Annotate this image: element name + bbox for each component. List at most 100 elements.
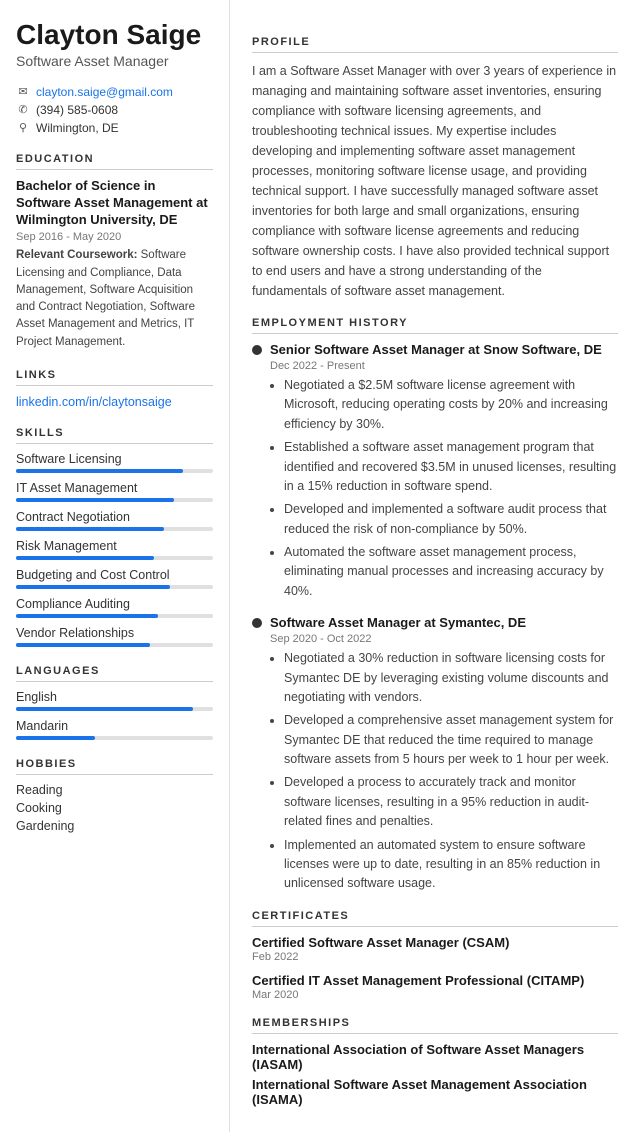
certificates-list: Certified Software Asset Manager (CSAM) … [252,935,618,1001]
skill-label: Compliance Auditing [16,597,213,611]
job-date: Dec 2022 - Present [270,360,618,372]
skill-bar-bg [16,643,213,647]
hobby-item: Reading [16,783,213,797]
location-row: ⚲ Wilmington, DE [16,121,213,135]
skill-label: Contract Negotiation [16,510,213,524]
skill-bar-fill [16,469,183,473]
skills-section-title: SKILLS [16,427,213,444]
job-title-text: Senior Software Asset Manager at Snow So… [270,342,602,357]
job-header: Software Asset Manager at Symantec, DE [252,615,618,630]
language-bar-fill [16,736,95,740]
skill-bar-fill [16,585,170,589]
job-bullet: Developed a process to accurately track … [284,773,618,831]
skill-label: Vendor Relationships [16,626,213,640]
skill-label: IT Asset Management [16,481,213,495]
memberships-list: International Association of Software As… [252,1042,618,1107]
languages-list: English Mandarin [16,690,213,740]
cert-date: Feb 2022 [252,951,618,963]
skill-label: Software Licensing [16,452,213,466]
skill-bar-bg [16,469,213,473]
languages-section-title: LANGUAGES [16,665,213,682]
employment-section-title: EMPLOYMENT HISTORY [252,317,618,334]
job-bullets: Negotiated a 30% reduction in software l… [270,649,618,894]
skills-list: Software Licensing IT Asset Management C… [16,452,213,647]
email-icon: ✉ [16,85,30,98]
job-dot [252,345,262,355]
language-bar-fill [16,707,193,711]
skill-item: Risk Management [16,539,213,560]
certificates-section-title: CERTIFICATES [252,910,618,927]
certificate-item: Certified IT Asset Management Profession… [252,973,618,1001]
job-entry: Senior Software Asset Manager at Snow So… [252,342,618,601]
skill-bar-fill [16,614,158,618]
hobby-item: Cooking [16,801,213,815]
language-item: English [16,690,213,711]
job-bullet: Automated the software asset management … [284,543,618,601]
language-label: English [16,690,213,704]
profile-text: I am a Software Asset Manager with over … [252,61,618,301]
skill-item: Software Licensing [16,452,213,473]
coursework-label: Relevant Coursework: [16,249,137,261]
job-entry: Software Asset Manager at Symantec, DE S… [252,615,618,894]
skill-item: Budgeting and Cost Control [16,568,213,589]
language-bar-bg [16,736,213,740]
profile-section-title: PROFILE [252,36,618,53]
cert-date: Mar 2020 [252,989,618,1001]
cert-name: Certified Software Asset Manager (CSAM) [252,935,618,950]
phone-row: ✆ (394) 585-0608 [16,103,213,117]
skill-bar-fill [16,556,154,560]
phone-icon: ✆ [16,103,30,116]
location-value: Wilmington, DE [36,121,119,135]
edu-dates: Sep 2016 - May 2020 [16,231,213,243]
candidate-title: Software Asset Manager [16,53,213,69]
cert-name: Certified IT Asset Management Profession… [252,973,618,988]
location-icon: ⚲ [16,121,30,134]
hobby-item: Gardening [16,819,213,833]
email-row: ✉ clayton.saige@gmail.com [16,85,213,99]
candidate-name: Clayton Saige [16,20,213,51]
membership-item: International Software Asset Management … [252,1077,618,1107]
skill-item: IT Asset Management [16,481,213,502]
job-bullet: Developed and implemented a software aud… [284,500,618,539]
job-bullet: Developed a comprehensive asset manageme… [284,711,618,769]
resume-container: Clayton Saige Software Asset Manager ✉ c… [0,0,640,1132]
job-dot [252,618,262,628]
skill-bar-bg [16,498,213,502]
job-date: Sep 2020 - Oct 2022 [270,633,618,645]
language-bar-bg [16,707,213,711]
skill-bar-bg [16,556,213,560]
skill-bar-bg [16,585,213,589]
education-section-title: EDUCATION [16,153,213,170]
skill-bar-bg [16,614,213,618]
phone-value: (394) 585-0608 [36,103,118,117]
hobbies-section-title: HOBBIES [16,758,213,775]
sidebar: Clayton Saige Software Asset Manager ✉ c… [0,0,230,1132]
hobbies-list: Reading Cooking Gardening [16,783,213,833]
links-section-title: LINKS [16,369,213,386]
skill-bar-fill [16,643,150,647]
memberships-section-title: MEMBERSHIPS [252,1017,618,1034]
skill-label: Risk Management [16,539,213,553]
main-content: PROFILE I am a Software Asset Manager wi… [230,0,640,1132]
language-label: Mandarin [16,719,213,733]
edu-coursework: Relevant Coursework: Software Licensing … [16,247,213,351]
job-title-text: Software Asset Manager at Symantec, DE [270,615,526,630]
language-item: Mandarin [16,719,213,740]
job-bullet: Negotiated a 30% reduction in software l… [284,649,618,707]
job-header: Senior Software Asset Manager at Snow So… [252,342,618,357]
skill-bar-bg [16,527,213,531]
linkedin-row: linkedin.com/in/claytonsaige [16,394,213,409]
certificate-item: Certified Software Asset Manager (CSAM) … [252,935,618,963]
skill-item: Compliance Auditing [16,597,213,618]
skill-bar-fill [16,527,164,531]
skill-label: Budgeting and Cost Control [16,568,213,582]
job-bullet: Negotiated a $2.5M software license agre… [284,376,618,434]
linkedin-link[interactable]: linkedin.com/in/claytonsaige [16,395,172,409]
job-bullets: Negotiated a $2.5M software license agre… [270,376,618,601]
skill-bar-fill [16,498,174,502]
edu-degree: Bachelor of Science in Software Asset Ma… [16,178,213,229]
job-bullet: Implemented an automated system to ensur… [284,836,618,894]
email-link[interactable]: clayton.saige@gmail.com [36,85,173,99]
jobs-list: Senior Software Asset Manager at Snow So… [252,342,618,894]
membership-item: International Association of Software As… [252,1042,618,1072]
